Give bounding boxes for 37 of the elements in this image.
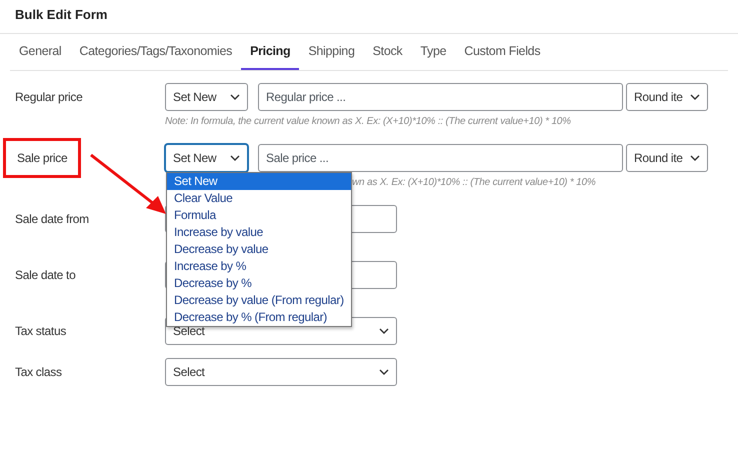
chevron-icon [690, 94, 700, 100]
field-label: Tax class [15, 365, 62, 379]
tab[interactable]: Shipping [299, 34, 364, 70]
dropdown-option[interactable]: Formula [167, 207, 351, 224]
field-label: Regular price [15, 90, 82, 104]
dropdown-option[interactable]: Clear Value [167, 190, 351, 207]
chevron-icon [379, 328, 389, 334]
field-label: Sale date to [15, 268, 76, 282]
tab[interactable]: Categories/Tags/Taxonomies [70, 34, 242, 70]
field-label: Sale date from [15, 212, 89, 226]
dropdown-option[interactable]: Increase by value [167, 224, 351, 241]
chevron-icon [230, 94, 240, 100]
tab[interactable]: Custom Fields [455, 34, 550, 70]
price-field[interactable]: Sale price ... [258, 144, 623, 172]
form-title: Bulk Edit Form [0, 0, 738, 34]
dropdown-option[interactable]: Increase by % [167, 258, 351, 275]
tab[interactable]: General [10, 34, 70, 70]
hint-text: Note: In formula, the current value known as X. Ex: (X+10)*10% :: (The current value+10) * 10% [165, 116, 571, 127]
mode-select[interactable]: Set New [165, 144, 248, 172]
round-select[interactable]: Round ite [626, 83, 708, 111]
tab[interactable]: Pricing [241, 34, 300, 70]
tab[interactable]: Stock [364, 34, 412, 70]
dropdown-option[interactable]: Decrease by value (From regular) [167, 292, 351, 309]
mode-select[interactable]: Set New [165, 83, 248, 111]
dropdown-option[interactable]: Set New [167, 173, 351, 190]
dropdown-option[interactable]: Decrease by % [167, 275, 351, 292]
field-label: Tax status [15, 324, 66, 338]
chevron-icon [379, 369, 389, 375]
chevron-icon [230, 155, 240, 161]
select-field[interactable]: Select [165, 358, 397, 386]
chevron-icon [690, 155, 700, 161]
round-select[interactable]: Round ite [626, 144, 708, 172]
dropdown-option[interactable]: Decrease by value [167, 241, 351, 258]
hint-text: wn as X. Ex: (X+10)*10% :: (The current value+10) * 10% [352, 177, 596, 188]
tab[interactable]: Type [411, 34, 456, 70]
field-label: Sale price [3, 138, 82, 178]
price-field[interactable]: Regular price ... [258, 83, 623, 111]
